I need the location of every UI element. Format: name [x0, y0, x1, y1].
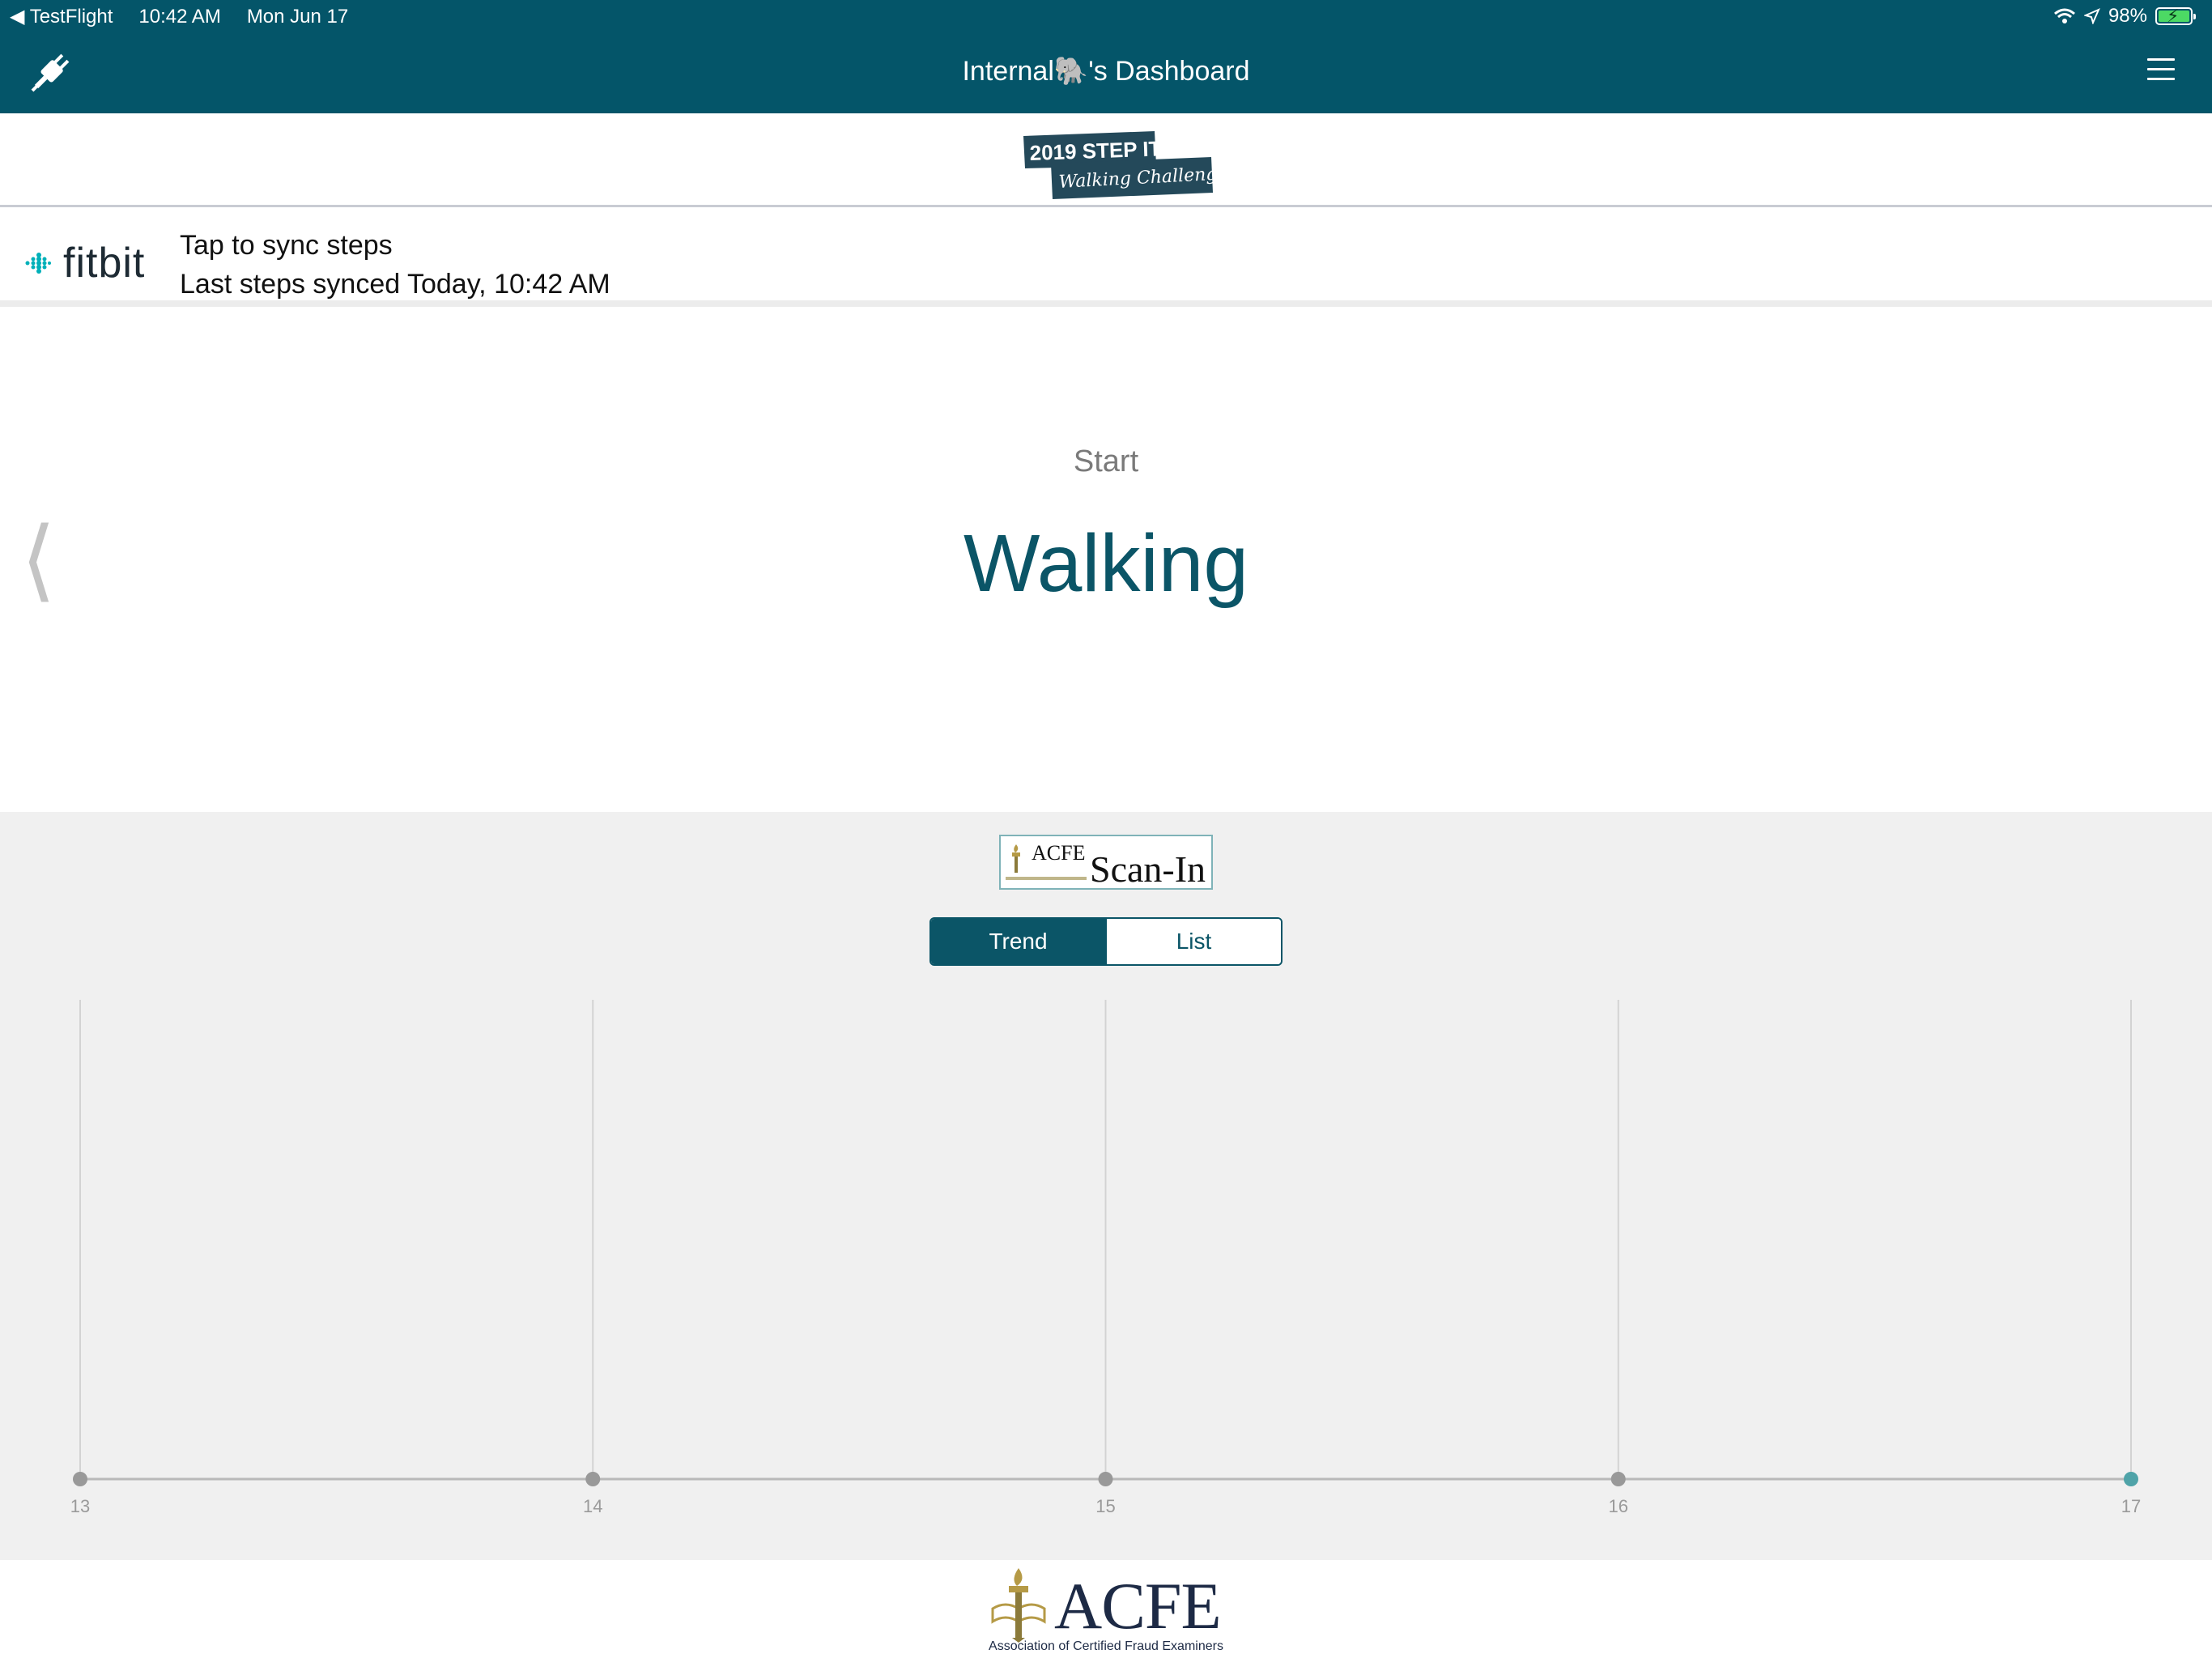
- start-label: Start: [1073, 444, 1139, 478]
- last-synced-label: Last steps synced Today, 10:42 AM: [180, 269, 610, 300]
- battery-icon: ⚡: [2155, 6, 2196, 26]
- fitbit-logo: fitbit: [24, 239, 145, 287]
- data-point-13: [73, 1472, 87, 1486]
- back-to-app-link[interactable]: ◀ TestFlight: [10, 5, 113, 28]
- scan-in-label: Scan-In: [1090, 848, 1206, 890]
- fitbit-sync-row[interactable]: fitbit Tap to sync steps Last steps sync…: [0, 210, 2212, 307]
- wifi-icon: [2053, 8, 2075, 23]
- acfe-tagline: Association of Certified Fraud Examiners: [989, 1639, 1223, 1653]
- x-tick-label: 17: [2121, 1496, 2141, 1516]
- page-title: Internal🐘's Dashboard: [962, 56, 1250, 87]
- data-point-14: [585, 1472, 601, 1486]
- view-toggle: Trend List: [929, 917, 1283, 966]
- acfe-torch-icon: [1012, 844, 1020, 873]
- activity-section: ⟨ Start Walking: [0, 313, 2212, 812]
- status-time: 10:42 AM: [138, 5, 221, 28]
- elephant-emoji: 🐘: [1053, 56, 1089, 87]
- app-header: ◀ TestFlight 10:42 AM Mon Jun 17 98% ⚡ I…: [0, 0, 2212, 113]
- trend-chart: 13 14 15 16 17: [70, 1000, 2141, 1516]
- status-bar: ◀ TestFlight 10:42 AM Mon Jun 17 98% ⚡: [0, 0, 2212, 34]
- hamburger-menu-icon[interactable]: [2147, 58, 2175, 83]
- data-point-16: [1610, 1472, 1626, 1486]
- sync-status: Tap to sync steps Last steps synced Toda…: [180, 226, 610, 304]
- location-arrow-icon: [2083, 8, 2100, 24]
- scan-in-org: ACFE: [1032, 841, 1086, 865]
- acfe-logo-icon: [991, 1568, 1046, 1643]
- footer: ACFE Association of Certified Fraud Exam…: [0, 1560, 2212, 1658]
- step-it-up-logo: 2019 STEP IT UP Walking Challenge: [1023, 131, 1213, 199]
- sync-action-label[interactable]: Tap to sync steps: [180, 226, 610, 265]
- fitbit-dots-icon: [25, 253, 51, 274]
- data-point-15: [1098, 1472, 1113, 1486]
- x-tick-label: 14: [583, 1496, 602, 1516]
- acfe-wordmark: ACFE: [1054, 1569, 1222, 1643]
- x-tick-label: 16: [1609, 1496, 1628, 1516]
- status-date: Mon Jun 17: [246, 5, 349, 28]
- scan-in-rule: [1006, 877, 1087, 880]
- trend-section: ACFE Scan-In Trend List 13 14 15 16 17: [0, 812, 2212, 1560]
- scan-in-button[interactable]: ACFE Scan-In: [999, 835, 1213, 890]
- x-tick-label: 13: [70, 1496, 90, 1516]
- tab-trend[interactable]: Trend: [931, 919, 1105, 964]
- battery-percent: 98%: [2108, 5, 2147, 27]
- challenge-banner: 2019 STEP IT UP Walking Challenge: [0, 113, 2212, 207]
- data-point-17: [2124, 1472, 2138, 1486]
- activity-title: Walking: [963, 518, 1249, 609]
- fitbit-wordmark: fitbit: [63, 240, 146, 287]
- tab-list[interactable]: List: [1105, 919, 1281, 964]
- x-tick-label: 15: [1095, 1496, 1115, 1516]
